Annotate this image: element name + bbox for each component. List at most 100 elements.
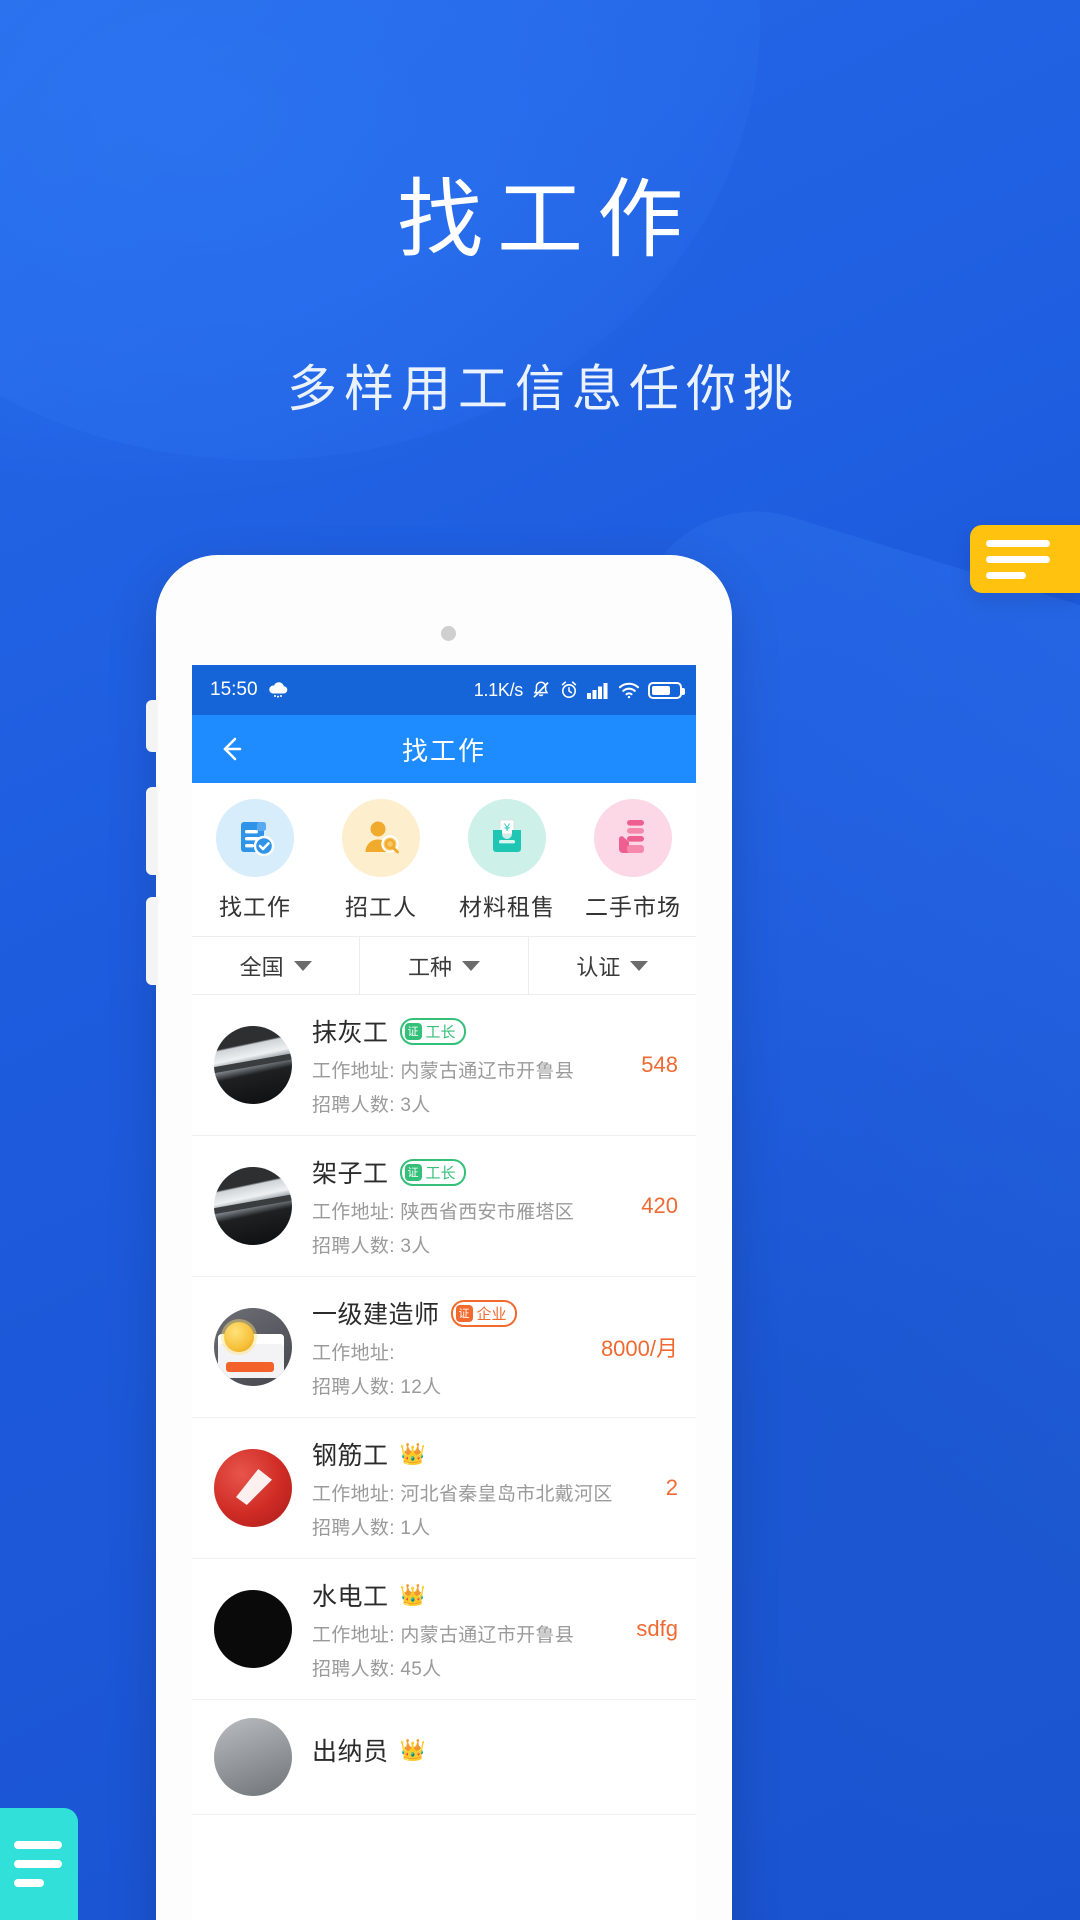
row-content: 出纳员 👑 bbox=[312, 1732, 650, 1782]
table-row[interactable]: 抹灰工 证 工长 工作地址: 内蒙古通辽市开鲁县 招聘人数: 3人 548 bbox=[192, 995, 696, 1136]
seal-icon: 证 bbox=[404, 1022, 422, 1040]
category-label: 二手市场 bbox=[585, 894, 681, 920]
page-title: 找工作 bbox=[397, 172, 697, 268]
filter-region[interactable]: 全国 bbox=[192, 937, 359, 994]
avatar bbox=[214, 1308, 292, 1386]
table-row[interactable]: 一级建造师 证 企业 工作地址: 招聘人数: 12人 8000/月 bbox=[192, 1277, 696, 1418]
status-bar-left: 15:50 bbox=[210, 679, 289, 701]
category-label: 材料租售 bbox=[459, 894, 555, 920]
crown-icon: 👑 bbox=[399, 1738, 426, 1762]
signal-bars-icon bbox=[587, 683, 608, 699]
seal-icon: 证 bbox=[404, 1163, 422, 1181]
job-title: 一级建造师 bbox=[312, 1301, 440, 1329]
row-title-line: 一级建造师 证 企业 bbox=[312, 1295, 573, 1331]
row-title-line: 抹灰工 证 工长 bbox=[312, 1013, 613, 1049]
cloud-icon bbox=[268, 682, 287, 698]
job-title: 出纳员 bbox=[312, 1738, 389, 1766]
table-row[interactable]: 水电工 👑 工作地址: 内蒙古通辽市开鲁县 招聘人数: 45人 sdfg bbox=[192, 1559, 696, 1700]
svg-text:¥: ¥ bbox=[503, 822, 511, 834]
table-row[interactable]: 出纳员 👑 bbox=[192, 1700, 696, 1815]
filter-label: 工种 bbox=[407, 954, 452, 980]
crown-icon: 👑 bbox=[399, 1583, 426, 1607]
decorative-card-mint bbox=[0, 1808, 78, 1920]
badge-text: 工长 bbox=[425, 1164, 456, 1182]
avatar bbox=[214, 1026, 292, 1104]
category-item-second-hand[interactable]: 二手市场 bbox=[570, 799, 696, 922]
row-title-line: 架子工 证 工长 bbox=[312, 1154, 613, 1190]
phone-volume-down-button bbox=[146, 897, 158, 985]
money-box-icon: ¥ bbox=[493, 819, 521, 852]
phone-side-button bbox=[146, 700, 158, 752]
filter-label: 全国 bbox=[239, 954, 284, 980]
phone-earpiece-area bbox=[156, 599, 732, 691]
status-badge: 证 企业 bbox=[450, 1299, 517, 1327]
job-title: 水电工 bbox=[312, 1583, 389, 1611]
phone-sensor-dot bbox=[441, 626, 456, 641]
filter-certification[interactable]: 认证 bbox=[527, 937, 696, 994]
phone-volume-up-button bbox=[146, 787, 158, 875]
job-title: 架子工 bbox=[312, 1160, 389, 1188]
chevron-down-icon bbox=[630, 960, 649, 971]
category-item-find-job[interactable]: 找工作 bbox=[192, 799, 318, 922]
row-content: 一级建造师 证 企业 工作地址: 招聘人数: 12人 bbox=[312, 1295, 573, 1399]
row-title-line: 出纳员 👑 bbox=[312, 1732, 650, 1768]
job-price: sdfg bbox=[636, 1616, 678, 1641]
status-time: 15:50 bbox=[210, 679, 258, 700]
decorative-card-yellow bbox=[970, 525, 1080, 593]
decorative-line bbox=[986, 555, 1050, 563]
phone-mockup: 15:50 1.1K/s 找工作 找工作 招工人 ¥ 材料租售 二手市场 全国 … bbox=[146, 555, 732, 1920]
row-content: 钢筋工 👑 工作地址: 河北省秦皇岛市北戴河区 招聘人数: 1人 bbox=[312, 1436, 638, 1540]
network-speed: 1.1K/s bbox=[473, 679, 524, 700]
status-bar-right: 1.1K/s bbox=[473, 679, 685, 701]
badge-text: 工长 bbox=[425, 1023, 456, 1041]
status-badge: 证 工长 bbox=[399, 1158, 466, 1186]
filter-bar: 全国 工种 认证 bbox=[192, 937, 696, 995]
nav-title: 找工作 bbox=[401, 735, 486, 766]
category-item-material-rental[interactable]: ¥ 材料租售 bbox=[444, 799, 570, 922]
status-bar: 15:50 1.1K/s bbox=[192, 665, 696, 715]
category-icon-bg bbox=[216, 799, 294, 877]
category-row: 找工作 招工人 ¥ 材料租售 二手市场 bbox=[192, 783, 696, 937]
job-title: 抹灰工 bbox=[312, 1019, 389, 1047]
battery-icon bbox=[648, 681, 685, 699]
row-content: 水电工 👑 工作地址: 内蒙古通辽市开鲁县 招聘人数: 45人 bbox=[312, 1577, 608, 1681]
badge-text: 企业 bbox=[476, 1305, 507, 1323]
status-badge: 证 工长 bbox=[399, 1017, 466, 1045]
category-icon-bg bbox=[342, 799, 420, 877]
category-label: 招工人 bbox=[345, 894, 417, 920]
alarm-clock-icon bbox=[561, 681, 577, 698]
decorative-line bbox=[14, 1860, 62, 1868]
job-address: 工作地址: bbox=[312, 1343, 395, 1364]
coin-icon bbox=[224, 1322, 254, 1352]
job-price: 548 bbox=[641, 1052, 678, 1077]
avatar bbox=[214, 1167, 292, 1245]
row-content: 抹灰工 证 工长 工作地址: 内蒙古通辽市开鲁县 招聘人数: 3人 bbox=[312, 1013, 613, 1117]
row-content: 架子工 证 工长 工作地址: 陕西省西安市雁塔区 招聘人数: 3人 bbox=[312, 1154, 613, 1258]
chevron-down-icon bbox=[462, 960, 480, 971]
arrow-left-icon[interactable] bbox=[214, 732, 248, 766]
hand-stack-icon bbox=[619, 820, 644, 853]
chevron-down-icon bbox=[293, 960, 312, 971]
job-price: 2 bbox=[665, 1475, 678, 1500]
category-icon-bg: ¥ bbox=[468, 799, 546, 877]
avatar bbox=[214, 1449, 292, 1527]
job-headcount: 招聘人数: 45人 bbox=[312, 1659, 442, 1680]
job-title: 钢筋工 bbox=[312, 1442, 389, 1470]
table-row[interactable]: 架子工 证 工长 工作地址: 陕西省西安市雁塔区 招聘人数: 3人 420 bbox=[192, 1136, 696, 1277]
decorative-line bbox=[14, 1841, 62, 1849]
job-headcount: 招聘人数: 12人 bbox=[312, 1377, 442, 1398]
row-title-line: 钢筋工 👑 bbox=[312, 1436, 638, 1472]
job-address: 工作地址: 河北省秦皇岛市北戴河区 bbox=[312, 1484, 613, 1505]
table-row[interactable]: 钢筋工 👑 工作地址: 河北省秦皇岛市北戴河区 招聘人数: 1人 2 bbox=[192, 1418, 696, 1559]
category-label: 找工作 bbox=[219, 894, 291, 920]
decorative-line bbox=[986, 571, 1026, 579]
filter-label: 认证 bbox=[576, 954, 621, 980]
category-item-recruit[interactable]: 招工人 bbox=[318, 799, 444, 922]
wifi-icon bbox=[618, 682, 640, 699]
filter-job-type[interactable]: 工种 bbox=[359, 937, 527, 994]
job-headcount: 招聘人数: 1人 bbox=[312, 1518, 431, 1539]
job-headcount: 招聘人数: 3人 bbox=[312, 1095, 431, 1116]
avatar bbox=[214, 1718, 292, 1796]
job-address: 工作地址: 陕西省西安市雁塔区 bbox=[312, 1202, 575, 1223]
job-price: 420 bbox=[641, 1193, 678, 1218]
